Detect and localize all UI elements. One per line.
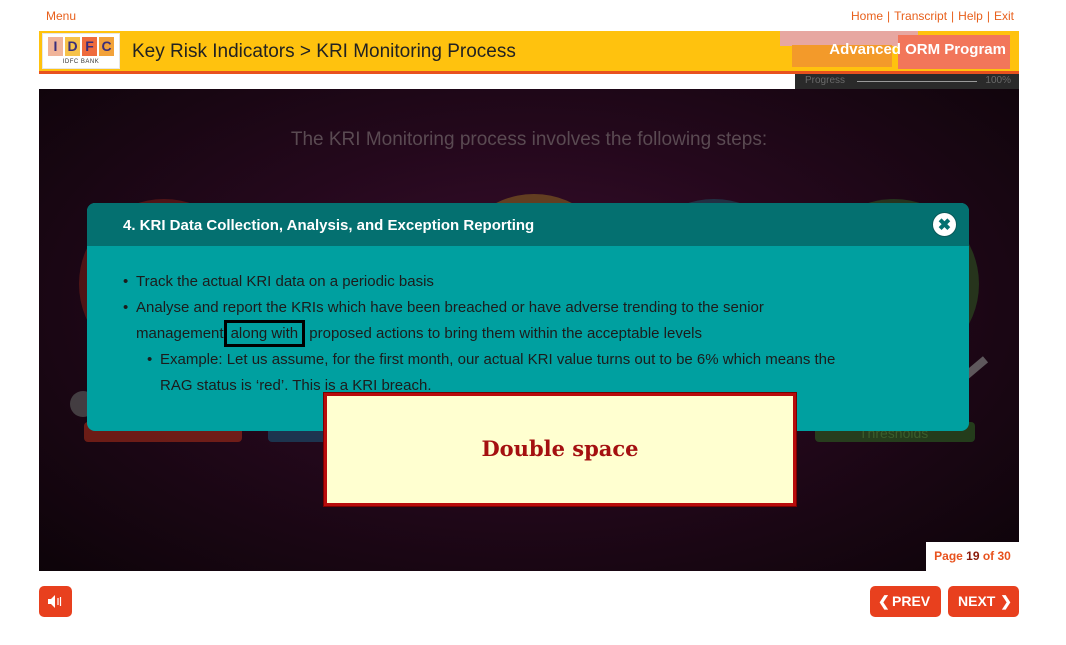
program-badge: Advanced ORM Program [780, 31, 1016, 71]
bullet-item: Analyse and report the KRIs which have b… [123, 295, 835, 347]
highlighted-phrase: along with [223, 320, 306, 347]
review-callout: Double space [324, 393, 796, 506]
page-prefix: Page [934, 549, 967, 563]
popup-title: 4. KRI Data Collection, Analysis, and Ex… [123, 217, 535, 234]
progress-label: Progress [805, 75, 846, 86]
callout-text: Double space [481, 436, 639, 461]
popup-body: Track the actual KRI data on a periodic … [123, 269, 835, 399]
nav-separator: | [986, 9, 990, 23]
page-current: 19 [966, 549, 980, 563]
sub-bullet-text: Example: Let us assume, for the first mo… [160, 351, 836, 368]
next-button[interactable]: NEXT ❯ [948, 586, 1019, 617]
audio-button[interactable] [39, 586, 72, 617]
bullet-item: Track the actual KRI data on a periodic … [123, 269, 835, 295]
course-player: Menu Home | Transcript | Help | Exit I D… [0, 0, 1066, 645]
logo-letters: I D F C [48, 37, 114, 56]
program-title: Advanced ORM Program [829, 41, 1006, 58]
home-link[interactable]: Home [851, 9, 883, 23]
nav-separator: | [887, 9, 891, 23]
logo-letter: C [99, 37, 114, 56]
chevron-left-icon: ❮ [878, 593, 890, 609]
logo-letter: I [48, 37, 63, 56]
page-counter: Page 19 of 30 [926, 542, 1019, 571]
bullet-text: proposed actions to bring them within th… [305, 325, 703, 342]
top-nav-links: Home | Transcript | Help | Exit [851, 9, 1014, 23]
speaker-icon [48, 595, 62, 608]
menu-link[interactable]: Menu [46, 9, 76, 23]
bullet-text: Track the actual KRI data on a periodic … [136, 273, 434, 290]
sub-bullet-text: RAG status is ‘red’. This is a KRI breac… [160, 377, 432, 394]
help-link[interactable]: Help [958, 9, 983, 23]
chevron-right-icon: ❯ [1000, 593, 1012, 609]
progress-track [857, 81, 977, 82]
close-icon[interactable]: ✖ [932, 212, 957, 237]
logo-subtext: IDFC BANK [62, 59, 100, 65]
nav-separator: | [951, 9, 955, 23]
progress-bar: Progress 100% [795, 74, 1019, 89]
prev-label: PREV [892, 593, 931, 609]
exit-link[interactable]: Exit [994, 9, 1014, 23]
page-suffix: of 30 [979, 549, 1011, 563]
bullet-text: Analyse and report the KRIs which have b… [136, 299, 764, 316]
progress-fill [857, 81, 977, 82]
popup-header: 4. KRI Data Collection, Analysis, and Ex… [87, 203, 969, 246]
progress-value: 100% [985, 75, 1011, 86]
logo-letter: F [82, 37, 97, 56]
logo-letter: D [65, 37, 80, 56]
page-title: Key Risk Indicators > KRI Monitoring Pro… [132, 41, 516, 62]
transcript-link[interactable]: Transcript [894, 9, 947, 23]
prev-button[interactable]: ❮ PREV [870, 586, 941, 617]
next-label: NEXT [958, 593, 996, 609]
bullet-text: management [136, 325, 224, 342]
sub-bullet-item: Example: Let us assume, for the first mo… [147, 347, 835, 399]
course-header: I D F C IDFC BANK Key Risk Indicators > … [39, 31, 1019, 74]
idfc-logo: I D F C IDFC BANK [42, 33, 120, 69]
intro-text: The KRI Monitoring process involves the … [290, 129, 768, 150]
